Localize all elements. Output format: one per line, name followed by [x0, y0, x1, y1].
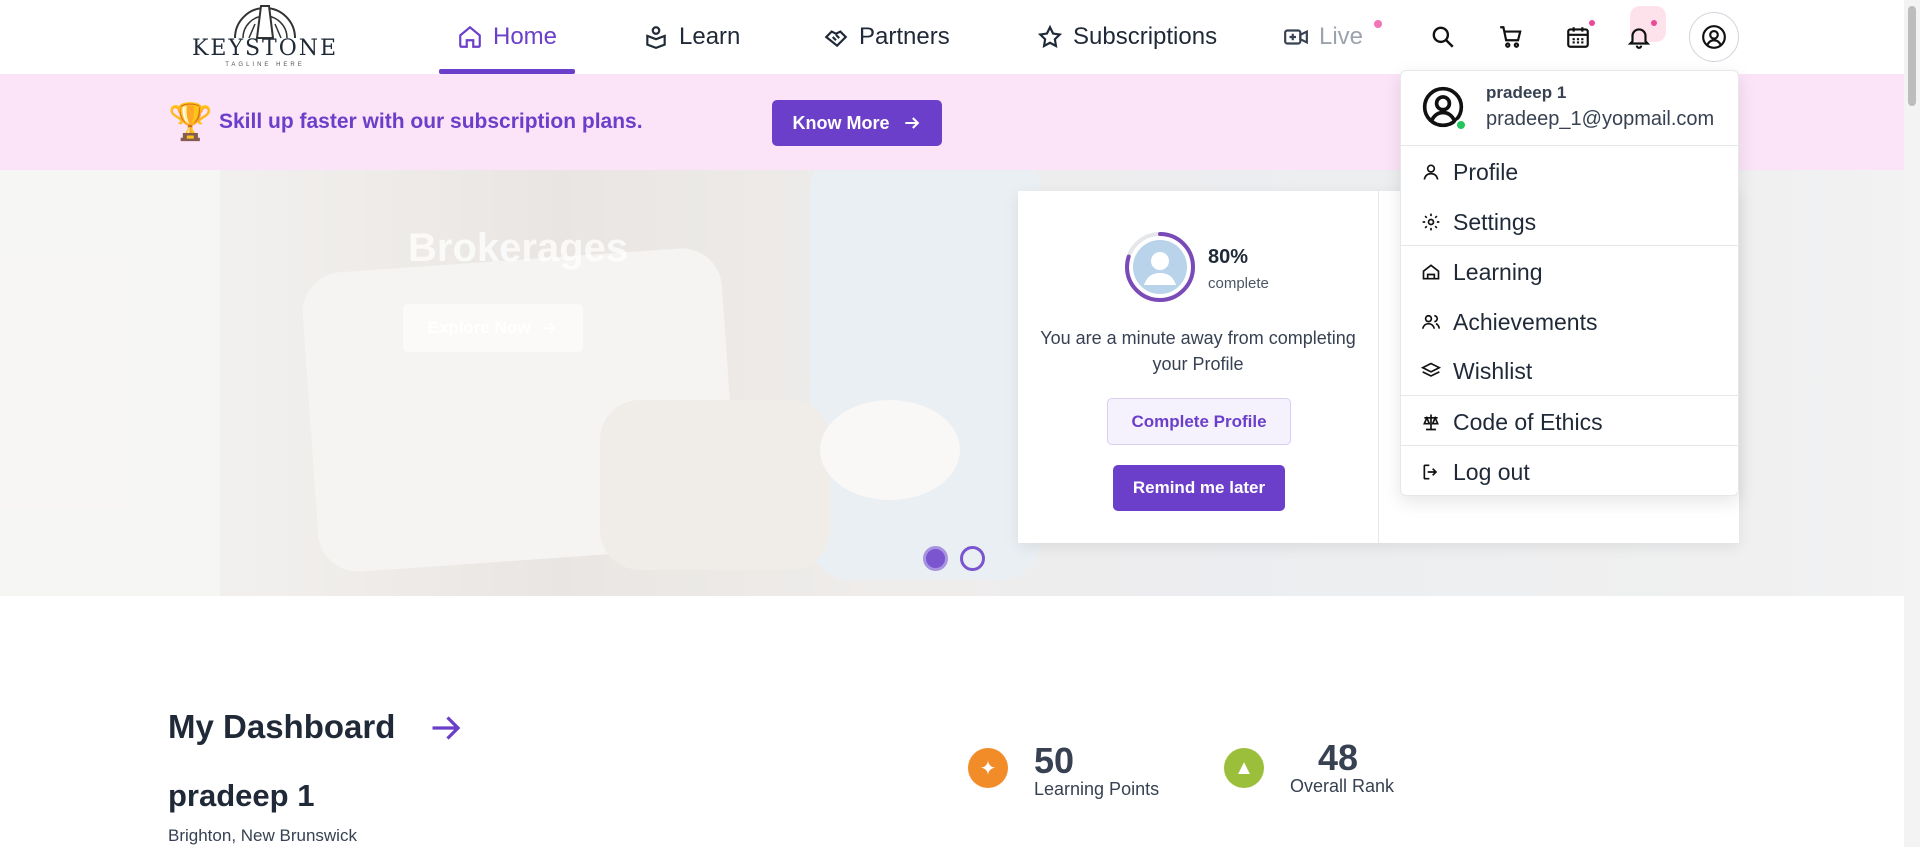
trophy-icon: 🏆 [168, 101, 213, 142]
cart-button[interactable] [1492, 18, 1530, 56]
card-divider [1378, 191, 1379, 543]
know-more-button[interactable]: Know More [772, 100, 942, 146]
nav-partners[interactable]: Partners [823, 0, 950, 74]
nav-partners-label: Partners [859, 23, 950, 50]
dashboard-user-name: pradeep 1 [168, 778, 315, 813]
nav-live-label: Live [1319, 23, 1364, 50]
remind-me-later-button[interactable]: Remind me later [1113, 465, 1285, 511]
learning-points-label: Learning Points [1034, 779, 1160, 799]
home-outline-icon [1422, 264, 1440, 280]
top-navigation: KEYSTONE TAGLINE HERE Home Learn Partner… [0, 0, 1920, 74]
users-icon [1421, 314, 1441, 329]
dashboard-user-location: Brighton, New Brunswick [168, 826, 357, 845]
complete-profile-button[interactable]: Complete Profile [1107, 398, 1291, 445]
arrow-right-icon [543, 322, 557, 334]
menu-item-code-of-ethics[interactable]: Code of Ethics [1401, 397, 1740, 447]
know-more-label: Know More [792, 112, 890, 133]
user-menu-name: pradeep 1 [1486, 83, 1567, 102]
menu-item-label: Code of Ethics [1453, 408, 1603, 435]
completion-percent: 80% [1208, 246, 1249, 268]
bell-icon [1627, 28, 1651, 49]
keystone-logo[interactable]: KEYSTONE TAGLINE HERE [191, 0, 339, 74]
nav-learn-label: Learn [679, 23, 741, 50]
arrow-right-icon [904, 117, 919, 129]
gear-icon [1422, 213, 1440, 231]
menu-item-wishlist[interactable]: Wishlist [1401, 346, 1740, 396]
completion-label: complete [1208, 275, 1269, 292]
menu-item-learning[interactable]: Learning [1401, 247, 1740, 297]
calendar-button[interactable] [1559, 18, 1597, 56]
logo-mark-icon [234, 5, 296, 39]
profile-progress-ring [1125, 232, 1195, 302]
cart-icon [1500, 26, 1522, 48]
nav-home[interactable]: Home [438, 0, 576, 74]
explore-now-button[interactable]: Explore Now [403, 304, 583, 352]
nav-subscriptions-label: Subscriptions [1073, 23, 1218, 50]
scrollbar-thumb[interactable] [1908, 6, 1916, 106]
menu-item-log-out[interactable]: Log out [1401, 447, 1740, 497]
nav-subscriptions[interactable]: Subscriptions [1037, 0, 1217, 74]
menu-item-label: Settings [1453, 208, 1537, 235]
search-icon [1432, 26, 1454, 48]
completion-message: You are a minute away from completing yo… [1040, 328, 1356, 374]
menu-item-profile[interactable]: Profile [1401, 147, 1740, 197]
notifications-button[interactable] [1620, 18, 1658, 56]
live-indicator-dot [1374, 20, 1382, 28]
handshake-icon [824, 30, 848, 48]
logo-tagline: TAGLINE HERE [225, 62, 305, 68]
page-scrollbar[interactable] [1904, 0, 1920, 847]
logo-wordmark: KEYSTONE [191, 36, 339, 61]
nav-live[interactable]: Live [1283, 0, 1382, 74]
menu-item-label: Profile [1453, 158, 1519, 185]
video-icon [1284, 29, 1308, 45]
home-icon [459, 25, 481, 48]
menu-item-label: Wishlist [1453, 357, 1533, 384]
explore-now-label: Explore Now [427, 318, 531, 337]
hero-title: Brokerages [408, 226, 629, 270]
carousel-dot-1[interactable] [923, 546, 948, 571]
dashboard-arrow-icon[interactable] [428, 710, 464, 746]
learn-icon [646, 26, 666, 49]
learning-points-icon: ✦ [968, 748, 1008, 788]
overall-rank-icon: ▲ [1224, 748, 1264, 788]
user-menu-dropdown: pradeep 1 pradeep_1@yopmail.com Profile … [1400, 70, 1740, 497]
user-menu-email: pradeep_1@yopmail.com [1486, 108, 1715, 130]
overall-rank-label: Overall Rank [1290, 776, 1395, 796]
overall-rank-value: 48 [1318, 737, 1359, 778]
menu-item-label: Learning [1453, 258, 1543, 285]
menu-item-settings[interactable]: Settings [1401, 197, 1740, 247]
calendar-indicator-dot [1589, 20, 1595, 26]
calendar-icon [1567, 27, 1589, 48]
menu-item-label: Log out [1453, 458, 1530, 485]
person-icon [1423, 164, 1439, 180]
online-status-dot [1455, 119, 1467, 131]
star-icon [1037, 24, 1063, 49]
logout-icon [1423, 464, 1438, 480]
layers-icon [1421, 362, 1441, 377]
promo-text: Skill up faster with our subscription pl… [219, 110, 643, 133]
carousel-dot-2[interactable] [960, 546, 985, 571]
account-button[interactable] [1689, 12, 1739, 62]
learning-points-value: 50 [1034, 740, 1075, 781]
scale-icon [1423, 414, 1439, 431]
menu-item-achievements[interactable]: Achievements [1401, 297, 1740, 347]
user-circle-icon [1702, 25, 1726, 49]
carousel-pagination [923, 546, 985, 571]
notification-dot [1651, 20, 1657, 26]
nav-home-label: Home [493, 23, 558, 50]
nav-learn[interactable]: Learn [643, 0, 740, 74]
menu-item-label: Achievements [1453, 308, 1598, 335]
dashboard-title: My Dashboard [168, 708, 396, 745]
user-menu-header: pradeep 1 pradeep_1@yopmail.com [1401, 71, 1740, 146]
search-button[interactable] [1424, 18, 1462, 56]
